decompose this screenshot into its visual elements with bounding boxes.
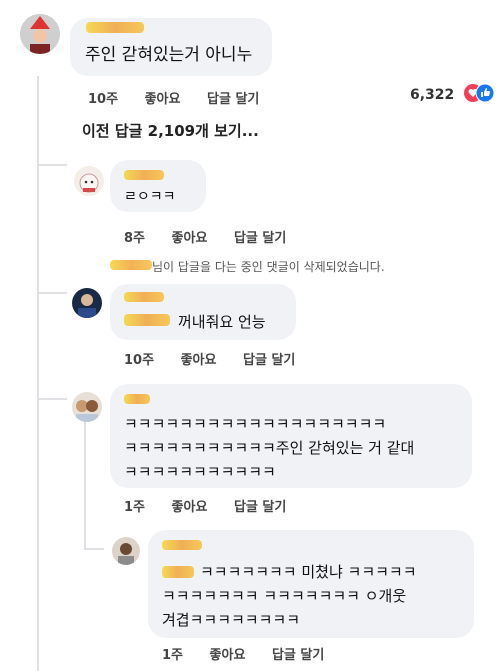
avatar-image <box>20 14 60 54</box>
avatar[interactable] <box>112 537 140 565</box>
avatar[interactable] <box>72 288 102 318</box>
like-icon <box>476 84 494 102</box>
reply-button[interactable]: 답글 달기 <box>234 231 286 246</box>
reply-button[interactable]: 답글 달기 <box>243 353 295 368</box>
like-button[interactable]: 좋아요 <box>210 648 246 663</box>
comment-text-line: ㅋㅋㅋㅋㅋㅋㅋㅋㅋㅋㅋ <box>124 463 276 481</box>
reply-button[interactable]: 답글 달기 <box>234 500 286 515</box>
avatar-image <box>72 288 102 318</box>
comment-time[interactable]: 10주 <box>88 92 118 107</box>
reaction-count[interactable]: 6,322 <box>410 84 494 104</box>
comment-time[interactable]: 8주 <box>124 231 145 246</box>
comment-actions: 8주 좋아요 답글 달기 <box>124 227 308 246</box>
comment-actions: 10주 좋아요 답글 달기 <box>88 88 281 107</box>
comment-time[interactable]: 1주 <box>124 500 145 515</box>
like-button[interactable]: 좋아요 <box>172 231 208 246</box>
comment-text-line: ㅋㅋㅋㅋㅋㅋㅋ 미쳤냐 ㅋㅋㅋㅋㅋ <box>200 563 417 581</box>
comment-text-line: ㅋㅋㅋㅋㅋㅋㅋㅋㅋㅋㅋㅋㅋㅋㅋㅋㅋㅋㅋ <box>124 415 387 433</box>
comment-time[interactable]: 10주 <box>124 353 154 368</box>
like-button[interactable]: 좋아요 <box>172 500 208 515</box>
avatar[interactable] <box>20 14 60 54</box>
redacted-author[interactable] <box>110 260 152 270</box>
reply-button[interactable]: 답글 달기 <box>272 648 324 663</box>
redacted-author[interactable] <box>124 394 150 404</box>
avatar-image <box>72 392 102 422</box>
avatar-image <box>74 166 104 196</box>
comment-actions: 1주 좋아요 답글 달기 <box>162 644 346 663</box>
redacted-author[interactable] <box>162 540 202 550</box>
comment-time[interactable]: 1주 <box>162 648 183 663</box>
redacted-author[interactable] <box>124 170 164 180</box>
more-replies-link[interactable]: 이전 답글 2,109개 보기... <box>82 120 259 141</box>
like-button[interactable]: 좋아요 <box>181 353 217 368</box>
thread-connector <box>84 548 104 550</box>
reply-button[interactable]: 답글 달기 <box>207 92 259 107</box>
thread-connector <box>37 292 67 294</box>
redacted-tag[interactable] <box>124 314 170 326</box>
redacted-tag[interactable] <box>162 566 194 578</box>
redacted-author[interactable] <box>124 292 164 302</box>
thread-connector <box>37 164 67 166</box>
thread-connector <box>37 398 67 400</box>
like-button[interactable]: 좋아요 <box>145 92 181 107</box>
comment-text: 주인 갇혀있는거 아니누 <box>85 45 253 65</box>
avatar[interactable] <box>74 166 104 196</box>
redacted-author[interactable] <box>86 22 144 33</box>
comment-actions: 1주 좋아요 답글 달기 <box>124 496 308 515</box>
comment-text-line: ㅋㅋㅋㅋㅋㅋㅋ ㅋㅋㅋㅋㅋㅋㅋ ㅇ개웃 <box>162 587 407 605</box>
comment-text-line: ㅋㅋㅋㅋㅋㅋㅋㅋㅋㅋㅋ주인 갇혀있는 거 같대 <box>124 439 415 457</box>
thread-line-reply <box>84 420 86 550</box>
avatar-image <box>112 537 140 565</box>
comment-actions: 10주 좋아요 답글 달기 <box>124 349 317 368</box>
comment-text: ㄹㅇㅋㅋ <box>124 189 176 205</box>
comment-text: 꺼내줘요 언능 <box>178 313 266 331</box>
comment-text-line: 겨겹ㅋㅋㅋㅋㅋㅋㅋㅋ <box>162 611 301 629</box>
deleted-notice: 님이 답글을 다는 중인 댓글이 삭제되었습니다. <box>152 260 385 274</box>
avatar[interactable] <box>72 392 102 422</box>
